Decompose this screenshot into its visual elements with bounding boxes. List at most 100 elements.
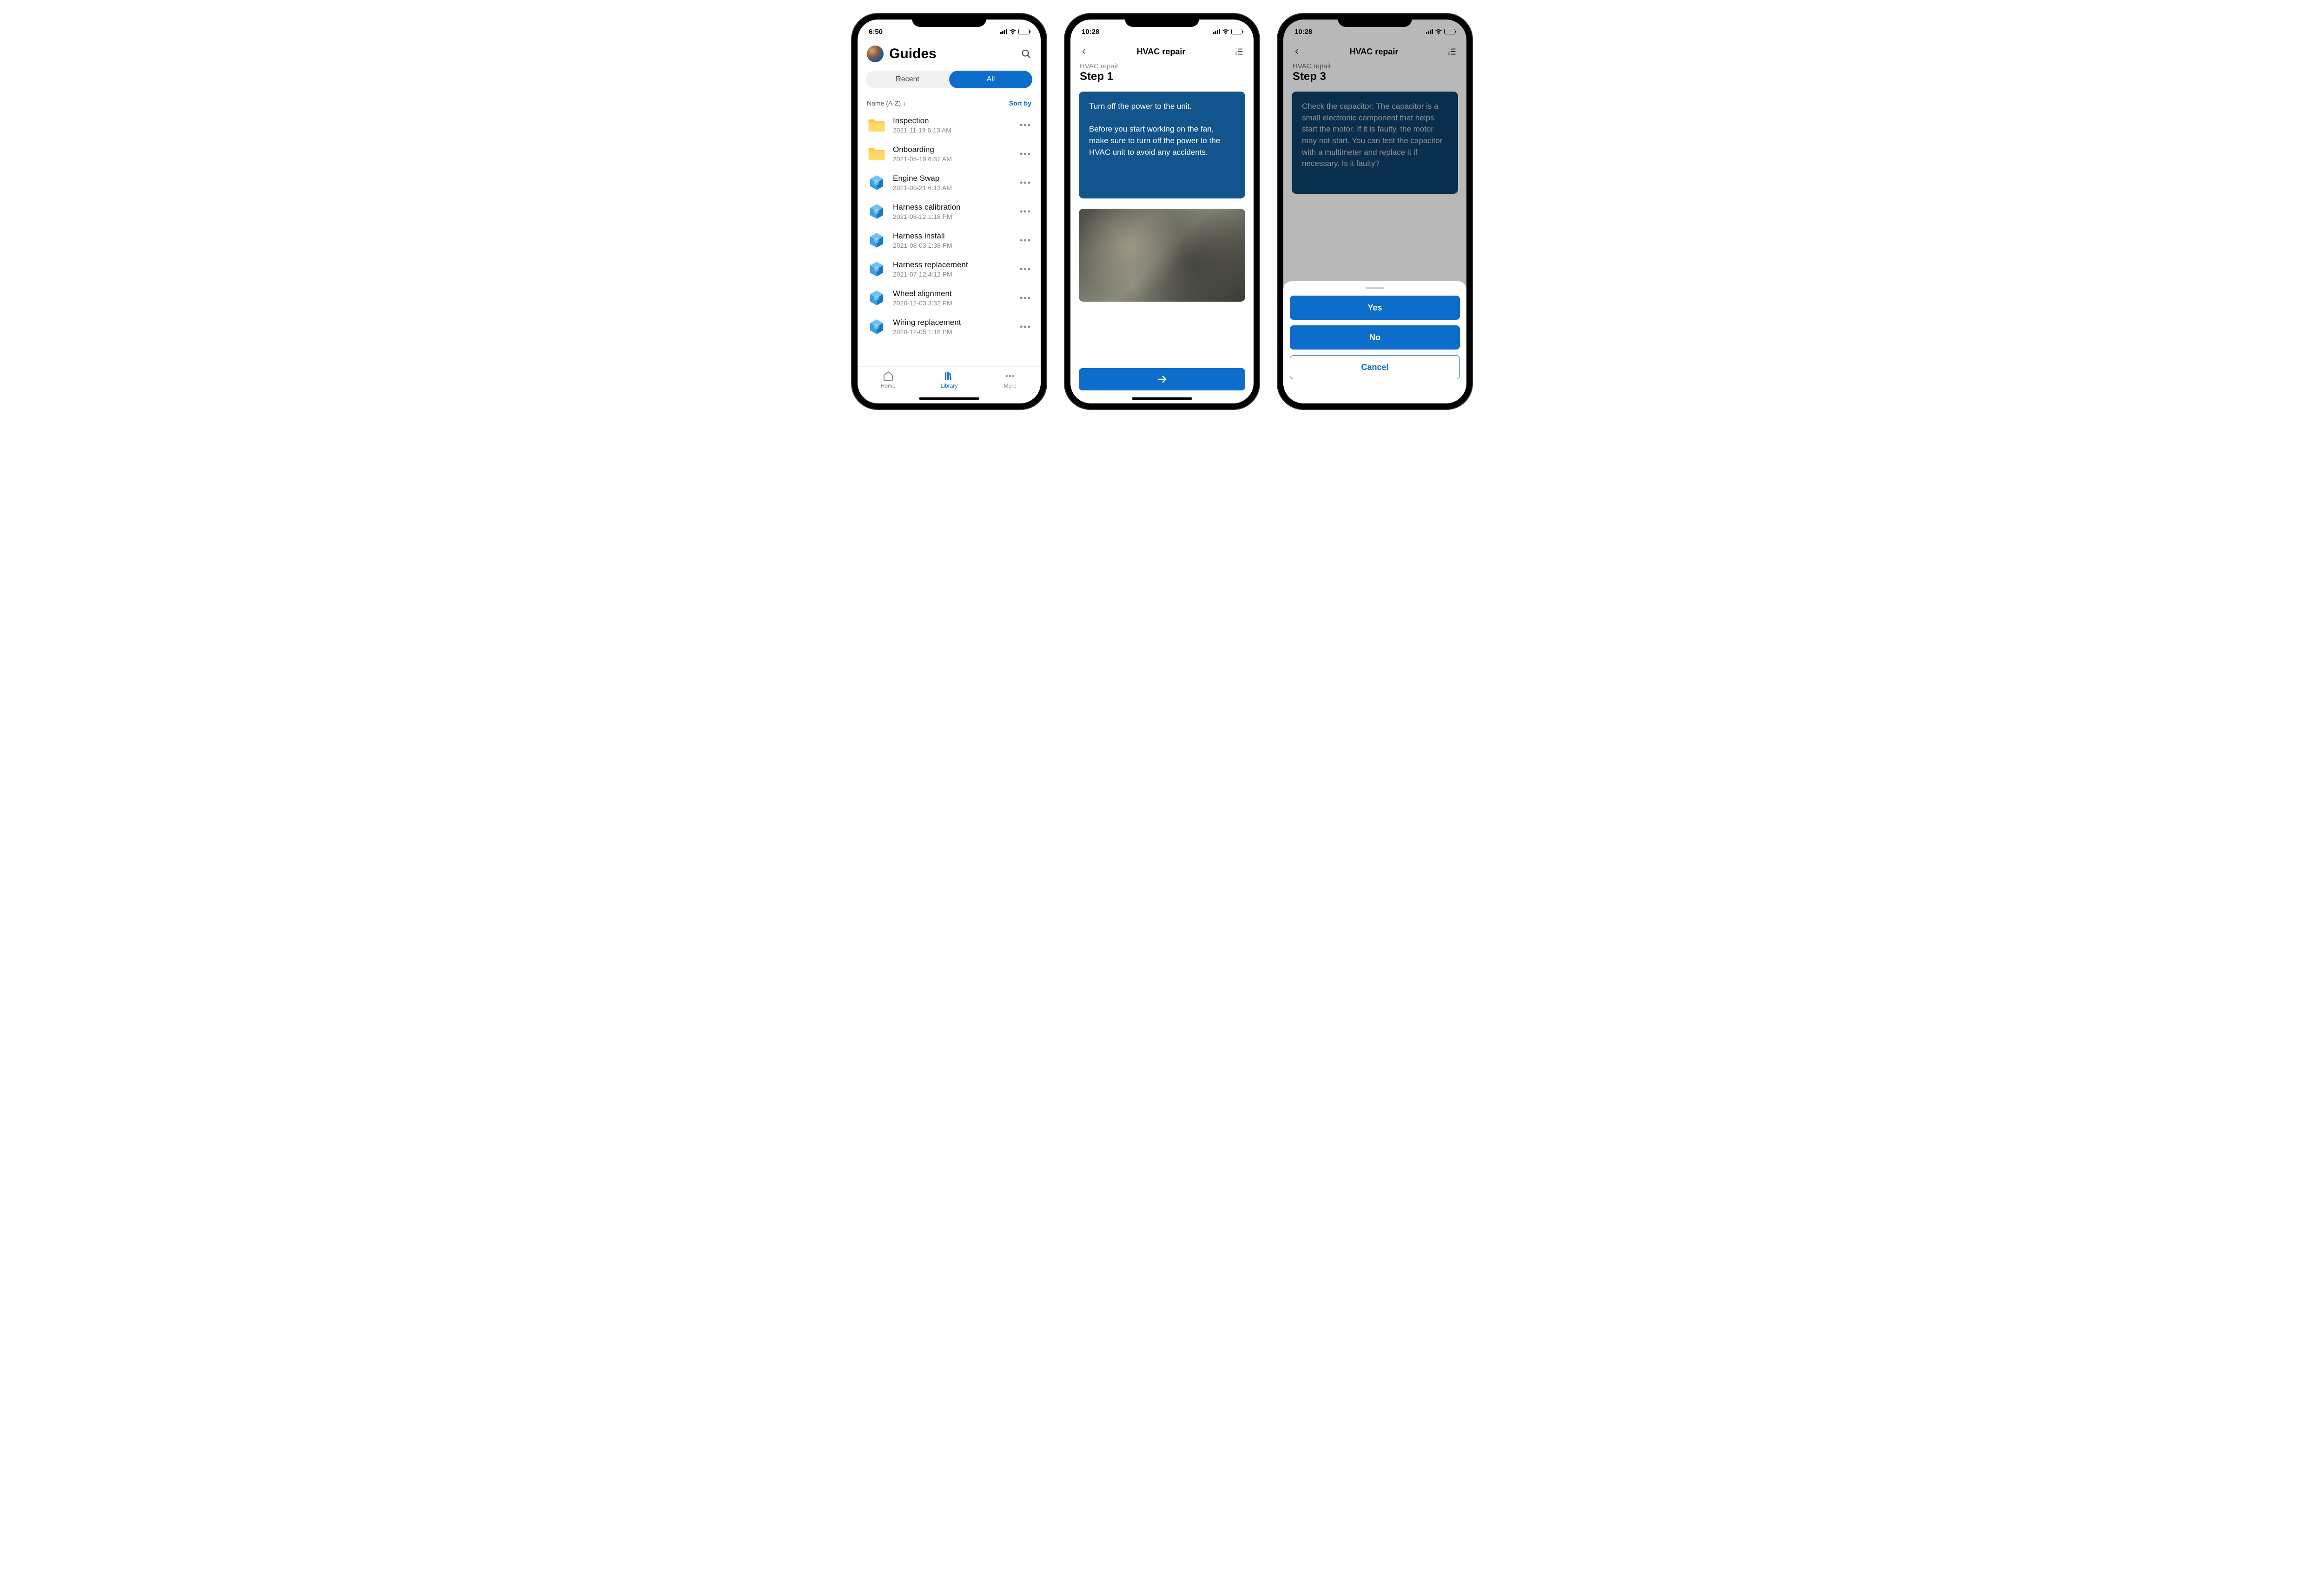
tab-home[interactable]: Home [858, 370, 918, 403]
guide-icon [867, 288, 886, 308]
phone-frame-3: 10:28 HVAC repair 123 HVAC repair Step 3… [1278, 14, 1472, 409]
item-more-button[interactable]: ••• [1020, 293, 1031, 303]
home-icon [883, 370, 894, 382]
item-date: 2021-07-12 4:12 PM [893, 271, 1013, 278]
item-date: 2020-12-05 1:18 PM [893, 328, 1013, 336]
sort-label[interactable]: Name (A-Z) ↓ [867, 99, 906, 107]
item-text: Harness install 2021-08-03 1:38 PM [893, 231, 1013, 249]
item-title: Inspection [893, 116, 1013, 125]
page-title: Guides [889, 46, 1016, 62]
item-date: 2021-08-12 1:18 PM [893, 213, 1013, 220]
guide-icon [867, 202, 886, 221]
breadcrumb: HVAC repair [1070, 61, 1254, 70]
item-date: 2021-08-03 1:38 PM [893, 242, 1013, 249]
step-nav: HVAC repair 123 [1070, 42, 1254, 61]
item-more-button[interactable]: ••• [1020, 236, 1031, 245]
item-title: Wiring replacement [893, 318, 1013, 327]
guide-icon [867, 317, 886, 337]
list-item[interactable]: Harness calibration 2021-08-12 1:18 PM •… [858, 197, 1041, 226]
item-more-button[interactable]: ••• [1020, 207, 1031, 217]
segment-recent[interactable]: Recent [866, 71, 949, 88]
item-text: Harness replacement 2021-07-12 4:12 PM [893, 260, 1013, 278]
item-title: Engine Swap [893, 174, 1013, 183]
item-date: 2021-11-19 6:13 AM [893, 126, 1013, 134]
guide-icon [867, 259, 886, 279]
battery-icon [1018, 29, 1030, 34]
item-text: Onboarding 2021-05-19 6:37 AM [893, 145, 1013, 163]
item-title: Harness replacement [893, 260, 1013, 270]
sheet-grabber[interactable] [1366, 287, 1384, 289]
status-time: 6:50 [869, 28, 883, 36]
next-button[interactable] [1079, 368, 1245, 390]
item-date: 2021-09-21 6:13 AM [893, 184, 1013, 191]
segmented-control: Recent All [866, 71, 1032, 88]
list-item[interactable]: Wheel alignment 2020-12-03 3:32 PM ••• [858, 284, 1041, 312]
step-title: Step 1 [1070, 70, 1254, 89]
list-item[interactable]: Harness replacement 2021-07-12 4:12 PM •… [858, 255, 1041, 284]
item-date: 2020-12-03 3:32 PM [893, 299, 1013, 307]
item-title: Harness install [893, 231, 1013, 241]
item-date: 2021-05-19 6:37 AM [893, 155, 1013, 163]
list-item[interactable]: Engine Swap 2021-09-21 6:13 AM ••• [858, 168, 1041, 197]
status-indicators [1000, 29, 1030, 34]
status-indicators [1213, 29, 1242, 34]
list-item[interactable]: Harness install 2021-08-03 1:38 PM ••• [858, 226, 1041, 255]
item-text: Inspection 2021-11-19 6:13 AM [893, 116, 1013, 134]
home-indicator[interactable] [919, 397, 979, 400]
step-list-icon[interactable]: 123 [1234, 46, 1244, 57]
item-text: Harness calibration 2021-08-12 1:18 PM [893, 203, 1013, 220]
arrow-right-icon [1156, 374, 1168, 385]
guide-icon [867, 231, 886, 250]
screen-library: 6:50 Guides Recent All Name (A-Z) ↓ So [858, 20, 1041, 403]
yes-button[interactable]: Yes [1290, 296, 1460, 320]
item-more-button[interactable]: ••• [1020, 178, 1031, 188]
home-indicator[interactable] [1132, 397, 1192, 400]
item-title: Harness calibration [893, 203, 1013, 212]
item-text: Engine Swap 2021-09-21 6:13 AM [893, 174, 1013, 191]
step-image [1079, 209, 1245, 302]
notch [912, 14, 986, 27]
library-icon [944, 370, 955, 382]
sort-by-link[interactable]: Sort by [1009, 99, 1031, 107]
item-more-button[interactable]: ••• [1020, 264, 1031, 274]
item-more-button[interactable]: ••• [1020, 322, 1031, 332]
sort-row: Name (A-Z) ↓ Sort by [858, 91, 1041, 111]
wifi-icon [1222, 29, 1229, 34]
segment-all[interactable]: All [949, 71, 1032, 88]
item-more-button[interactable]: ••• [1020, 149, 1031, 159]
battery-icon [1231, 29, 1242, 34]
tab-more[interactable]: More [980, 370, 1041, 403]
avatar[interactable] [867, 46, 884, 62]
back-button[interactable] [1080, 47, 1088, 56]
sort-direction-icon: ↓ [903, 99, 906, 107]
library-header: Guides [858, 42, 1041, 68]
svg-text:3: 3 [1235, 53, 1237, 56]
guide-icon [867, 173, 886, 192]
more-icon [1004, 370, 1016, 382]
screen-step1: 10:28 HVAC repair 123 HVAC repair Step 1… [1070, 20, 1254, 403]
phone-frame-2: 10:28 HVAC repair 123 HVAC repair Step 1… [1065, 14, 1259, 409]
folder-icon [867, 115, 886, 135]
item-title: Onboarding [893, 145, 1013, 154]
wifi-icon [1009, 29, 1017, 34]
guide-list[interactable]: Inspection 2021-11-19 6:13 AM ••• Onboar… [858, 111, 1041, 366]
phone-frame-1: 6:50 Guides Recent All Name (A-Z) ↓ So [852, 14, 1046, 409]
status-time: 10:28 [1082, 28, 1099, 36]
item-text: Wheel alignment 2020-12-03 3:32 PM [893, 289, 1013, 307]
no-button[interactable]: No [1290, 325, 1460, 350]
screen-step3-sheet: 10:28 HVAC repair 123 HVAC repair Step 3… [1283, 20, 1466, 403]
item-more-button[interactable]: ••• [1020, 120, 1031, 130]
step-instruction-card: Turn off the power to the unit. Before y… [1079, 92, 1245, 198]
action-sheet: Yes No Cancel [1283, 281, 1466, 403]
signal-icon [1000, 29, 1007, 34]
list-item[interactable]: Inspection 2021-11-19 6:13 AM ••• [858, 111, 1041, 139]
folder-icon [867, 144, 886, 164]
list-item[interactable]: Wiring replacement 2020-12-05 1:18 PM ••… [858, 312, 1041, 341]
nav-title: HVAC repair [1137, 47, 1186, 57]
search-icon[interactable] [1021, 49, 1031, 59]
notch [1338, 14, 1412, 27]
notch [1125, 14, 1199, 27]
list-item[interactable]: Onboarding 2021-05-19 6:37 AM ••• [858, 139, 1041, 168]
cancel-button[interactable]: Cancel [1290, 355, 1460, 379]
item-text: Wiring replacement 2020-12-05 1:18 PM [893, 318, 1013, 336]
